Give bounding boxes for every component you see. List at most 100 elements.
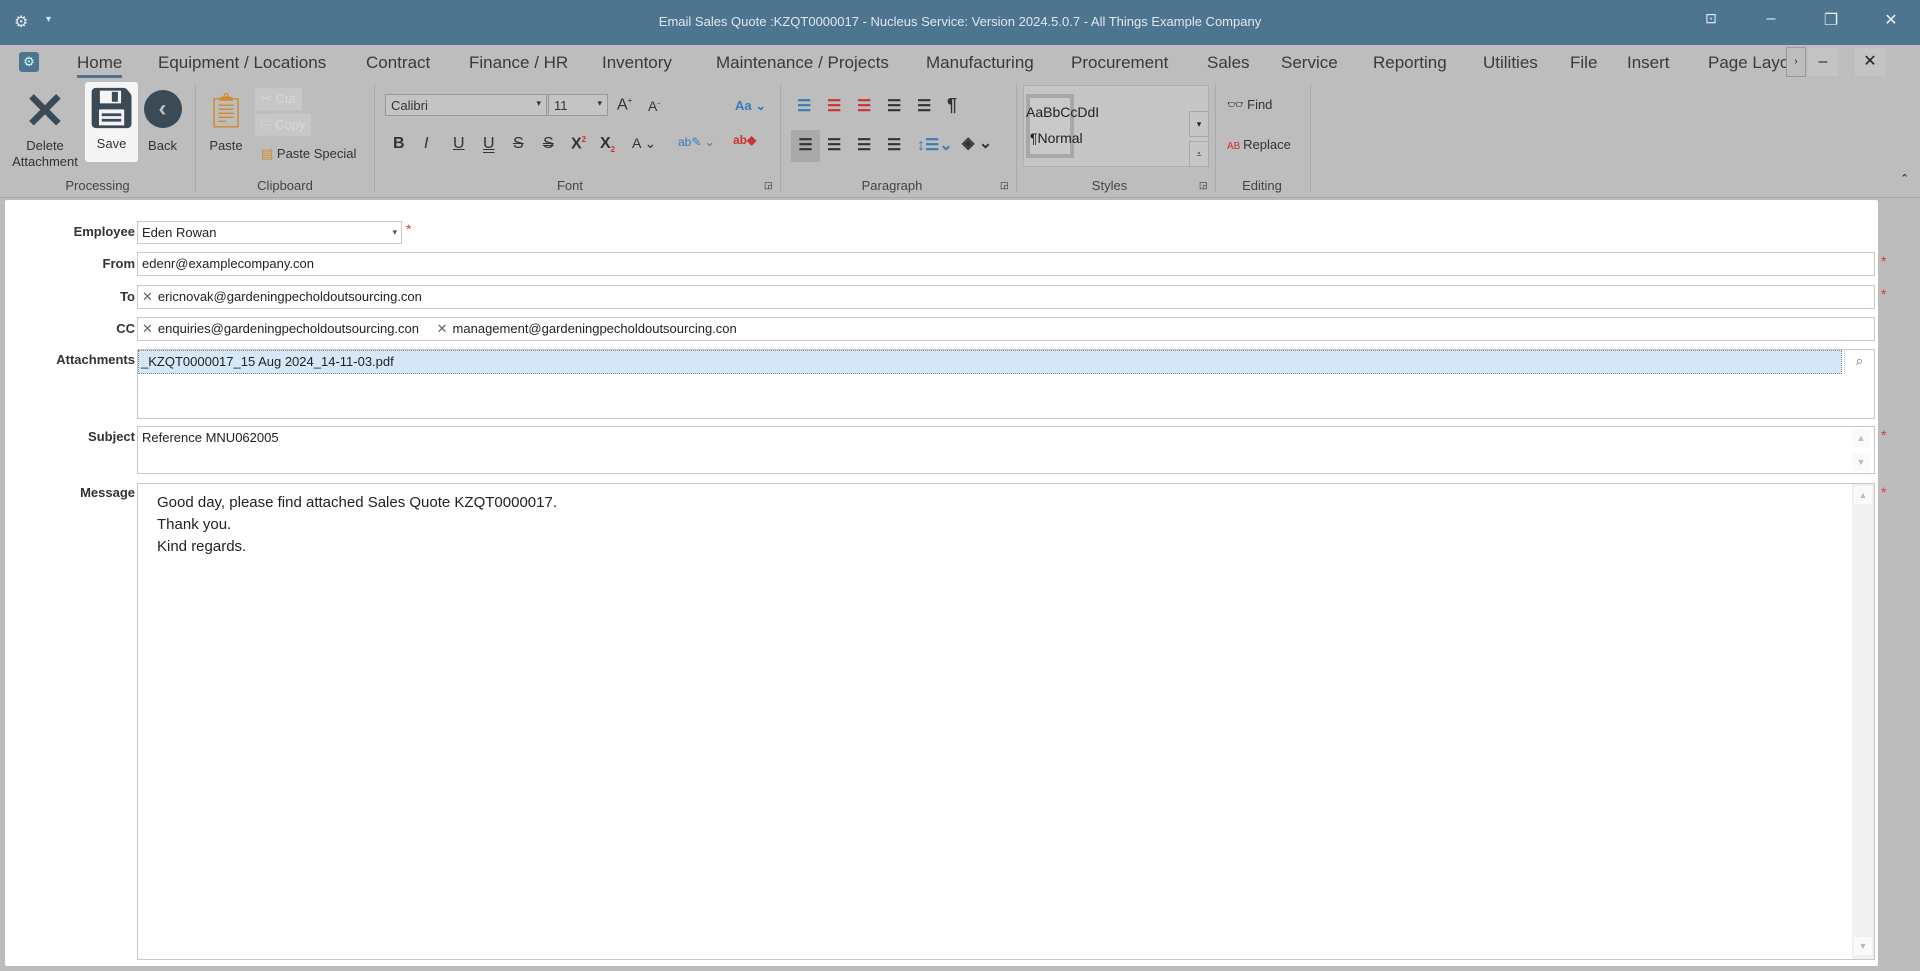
tab-equipment-locations[interactable]: Equipment / Locations [158, 53, 326, 73]
message-editor[interactable]: Good day, please find attached Sales Quo… [137, 483, 1875, 960]
to-input[interactable]: ✕ ericnovak@gardeningpecholdoutsourcing.c… [137, 285, 1875, 309]
message-scrollbar[interactable]: ▲ ▼ [1852, 484, 1874, 959]
grow-font-icon[interactable]: A+ [617, 96, 632, 114]
clear-formatting-icon[interactable]: ab◆ [733, 133, 756, 147]
paragraph-dialog-launcher-icon[interactable]: ◲ [1000, 180, 1009, 191]
double-strikethrough-icon[interactable]: S [543, 135, 554, 153]
group-editing-label: Editing [1242, 178, 1282, 193]
remove-recipient-icon[interactable]: ✕ [142, 321, 153, 336]
mdi-minimize-button[interactable]: – [1808, 48, 1838, 76]
subscript-icon[interactable]: X2 [600, 135, 615, 154]
align-center-icon[interactable]: ☰ [827, 135, 841, 155]
subject-input[interactable]: Reference MNU062005 ▲ ▼ [137, 426, 1875, 474]
paste-special-icon: ▤ [261, 146, 277, 161]
chevron-down-icon: ▾ [392, 227, 397, 237]
tab-reporting[interactable]: Reporting [1373, 53, 1447, 73]
collapse-ribbon-icon[interactable]: ⌃ [1900, 172, 1909, 185]
style-normal[interactable]: AaBbCcDdI ¶Normal [1026, 94, 1099, 158]
floppy-disk-icon: 💾︎ [87, 88, 136, 130]
italic-icon[interactable]: I [424, 135, 428, 153]
scroll-down-icon[interactable]: ▼ [1852, 453, 1870, 471]
tab-finance-hr[interactable]: Finance / HR [469, 53, 568, 73]
increase-indent-icon[interactable]: ☰ [917, 96, 931, 116]
tab-home[interactable]: Home [77, 53, 123, 78]
replace-icon: AB [1227, 141, 1244, 152]
attachments-list[interactable]: _KZQT0000017_15 Aug 2024_14-11-03.pdf ⌕ [137, 349, 1875, 419]
underline-icon[interactable]: U [453, 135, 465, 153]
strikethrough-icon[interactable]: S [513, 135, 524, 153]
employee-label: Employee [73, 224, 135, 239]
tab-page-layout[interactable]: Page Layo [1708, 53, 1786, 73]
decrease-indent-icon[interactable]: ☰ [887, 96, 901, 116]
subject-label: Subject [88, 429, 135, 444]
tab-procurement[interactable]: Procurement [1071, 53, 1168, 73]
copy-button[interactable]: ⎘ Copy [255, 114, 312, 136]
save-button[interactable]: 💾︎ Save [85, 82, 138, 162]
tab-inventory[interactable]: Inventory [602, 53, 672, 73]
double-underline-icon[interactable]: U [483, 135, 495, 153]
scroll-up-icon[interactable]: ▲ [1854, 486, 1872, 504]
font-color-icon[interactable]: A ⌄ [632, 135, 656, 152]
tab-file[interactable]: File [1570, 53, 1597, 73]
show-paragraph-marks-icon[interactable]: ¶ [947, 95, 957, 116]
scroll-up-icon[interactable]: ▲ [1852, 429, 1870, 447]
tab-sales[interactable]: Sales [1207, 53, 1250, 73]
required-mark: * [1881, 484, 1887, 500]
tab-contract[interactable]: Contract [366, 53, 430, 73]
bullets-icon[interactable]: ☰ [797, 96, 811, 116]
styles-more-icon[interactable]: ⩡ [1189, 141, 1209, 167]
replace-button[interactable]: AB Replace [1227, 137, 1291, 152]
styles-scroll-down-icon[interactable]: ▾ [1189, 111, 1209, 137]
search-attachment-icon[interactable]: ⌕ [1844, 350, 1874, 374]
divider [1016, 84, 1017, 192]
justify-icon[interactable]: ☰ [887, 135, 901, 155]
shrink-font-icon[interactable]: A- [648, 98, 660, 114]
align-right-icon[interactable]: ☰ [857, 135, 871, 155]
tab-service[interactable]: Service [1281, 53, 1338, 73]
app-gear-icon[interactable]: ⚙ [19, 52, 39, 72]
scroll-tabs-right-icon[interactable]: › [1786, 47, 1806, 77]
tab-utilities[interactable]: Utilities [1483, 53, 1538, 73]
paste-button[interactable]: 📋︎ Paste [203, 84, 249, 154]
recipient-token: ✕ enquiries@gardeningpecholdoutsourcing.c… [142, 321, 420, 336]
styles-dialog-launcher-icon[interactable]: ◲ [1199, 180, 1208, 191]
close-button[interactable]: ✕ [1876, 10, 1906, 30]
align-left-icon[interactable]: ☰ [791, 130, 820, 162]
divider [195, 84, 196, 192]
change-case-icon[interactable]: Aa ⌄ [735, 98, 766, 114]
employee-select[interactable]: Eden Rowan ▾ [137, 221, 402, 244]
email-form: Employee Eden Rowan ▾ * From edenr@exampl… [5, 200, 1886, 966]
tab-maintenance-projects[interactable]: Maintenance / Projects [716, 53, 889, 73]
delete-x-icon: ✕ [24, 83, 66, 139]
numbering-icon[interactable]: ☰ [827, 96, 841, 116]
line-spacing-icon[interactable]: ↕☰⌄ [917, 135, 953, 155]
cc-input[interactable]: ✕ enquiries@gardeningpecholdoutsourcing.c… [137, 317, 1875, 341]
paste-special-button[interactable]: ▤ Paste Special [261, 146, 356, 162]
from-input[interactable]: edenr@examplecompany.con [137, 252, 1875, 276]
delete-attachment-button[interactable]: ✕ Delete Attachment [4, 84, 86, 170]
font-size-select[interactable]: 11 ▾ [548, 94, 608, 116]
scroll-down-icon[interactable]: ▼ [1854, 937, 1872, 955]
tab-insert[interactable]: Insert [1627, 53, 1670, 73]
find-button[interactable]: 👓︎ Find [1227, 97, 1272, 113]
multilevel-list-icon[interactable]: ☰ [857, 96, 871, 116]
font-family-select[interactable]: Calibri ▾ [385, 94, 547, 116]
restore-button[interactable]: ❐ [1816, 10, 1846, 30]
highlight-icon[interactable]: ab✎ ⌄ [678, 135, 715, 149]
cut-button[interactable]: ✂ Cut [255, 88, 302, 110]
back-button[interactable]: ‹ Back [140, 84, 185, 154]
tab-manufacturing[interactable]: Manufacturing [926, 53, 1034, 73]
window-title: Email Sales Quote :KZQT0000017 - Nucleus… [658, 14, 1262, 29]
shading-icon[interactable]: ◈ ⌄ [962, 133, 992, 153]
bold-icon[interactable]: B [393, 135, 405, 153]
mdi-close-button[interactable]: ✕ [1855, 48, 1885, 76]
required-mark: * [1881, 286, 1887, 302]
remove-recipient-icon[interactable]: ✕ [437, 321, 448, 336]
ribbon-display-icon[interactable]: ⊡ [1696, 10, 1726, 27]
remove-recipient-icon[interactable]: ✕ [142, 289, 153, 304]
ribbon: ✕ Delete Attachment 💾︎ Save ‹ Back Proce… [0, 80, 1920, 198]
font-dialog-launcher-icon[interactable]: ◲ [764, 180, 773, 191]
attachment-item[interactable]: _KZQT0000017_15 Aug 2024_14-11-03.pdf [138, 350, 1842, 374]
minimize-button[interactable]: – [1756, 10, 1786, 28]
superscript-icon[interactable]: X2 [571, 135, 586, 153]
